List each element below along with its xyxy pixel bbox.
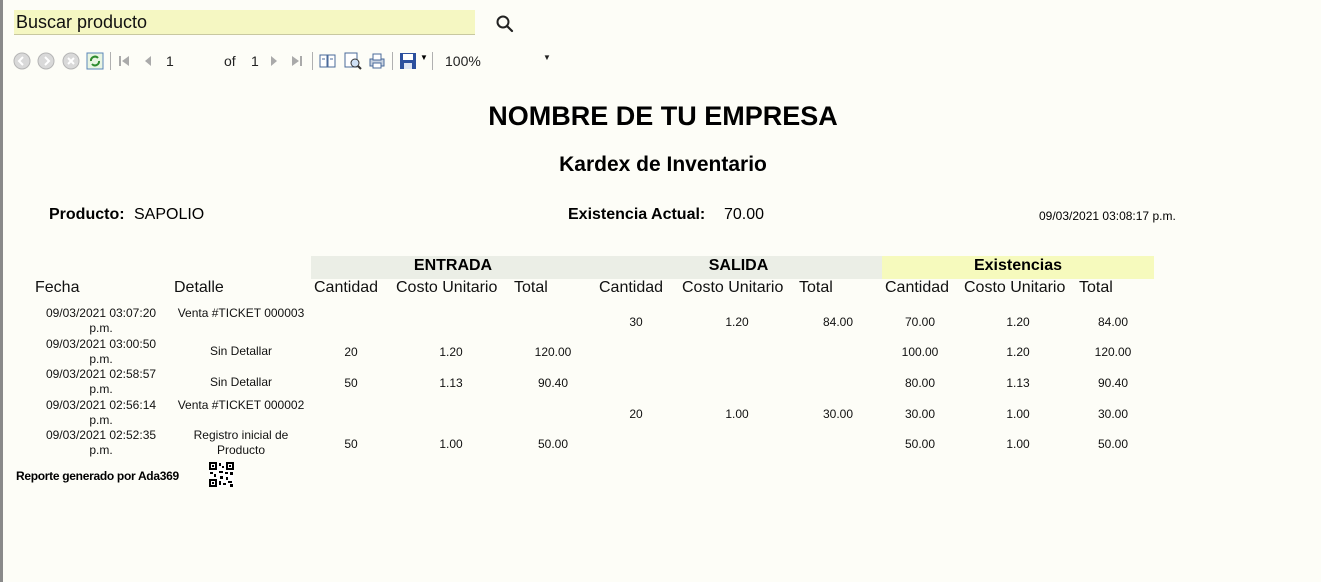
row-detalle: Venta #TICKET 000003 (177, 306, 305, 320)
window-left-border (0, 0, 3, 582)
row-existencias-total: 50.00 (1097, 437, 1129, 451)
row-fecha: 09/03/2021 03:07:20 p.m. (45, 306, 157, 335)
row-salida-costo: 1.20 (725, 315, 749, 329)
row-fecha: 09/03/2021 03:00:50 p.m. (45, 337, 157, 366)
find-icon[interactable] (343, 51, 363, 71)
row-entrada-total: 50.00 (537, 437, 569, 451)
row-entrada-costo: 1.00 (439, 437, 463, 451)
report-viewer-toolbar: 1 of 1 ▼ 100% ▼ (10, 50, 570, 72)
col-existencias-costo: Costo Unitario (964, 279, 1066, 296)
export-dropdown-arrow[interactable]: ▼ (420, 53, 428, 62)
row-fecha: 09/03/2021 02:58:57 p.m. (45, 367, 157, 396)
col-existencias-cantidad: Cantidad (885, 279, 950, 296)
row-salida-costo: 1.00 (725, 407, 749, 421)
search-input[interactable]: Buscar producto (14, 10, 475, 35)
existencias-header: Existencias (973, 257, 1063, 274)
row-detalle: Venta #TICKET 000002 (177, 398, 305, 412)
row-existencias-costo: 1.00 (1006, 437, 1030, 451)
stop-icon[interactable] (61, 51, 81, 71)
row-salida-total: 30.00 (822, 407, 854, 421)
row-existencias-cantidad: 70.00 (904, 315, 936, 329)
row-detalle: Sin Detallar (209, 344, 273, 358)
col-entrada-cantidad: Cantidad (314, 279, 379, 296)
row-existencias-cantidad: 80.00 (904, 376, 936, 390)
company-name: NOMBRE DE TU EMPRESA (488, 101, 838, 131)
chevron-down-icon[interactable]: ▼ (543, 53, 551, 62)
row-existencias-costo: 1.13 (1006, 376, 1030, 390)
row-entrada-total: 120.00 (534, 345, 572, 359)
toolbar-separator (110, 52, 111, 70)
row-entrada-cantidad: 20 (344, 345, 358, 359)
col-salida-cantidad: Cantidad (599, 279, 664, 296)
row-existencias-total: 30.00 (1097, 407, 1129, 421)
col-entrada-costo: Costo Unitario (396, 279, 498, 296)
print-icon[interactable] (367, 51, 387, 71)
col-salida-costo: Costo Unitario (682, 279, 784, 296)
last-page-icon[interactable] (287, 51, 307, 71)
entrada-header: ENTRADA (413, 257, 493, 274)
row-entrada-costo: 1.20 (439, 345, 463, 359)
toolbar-separator (392, 52, 393, 70)
total-pages: 1 (251, 53, 259, 69)
current-page-input[interactable]: 1 (166, 53, 174, 69)
report-title: Kardex de Inventario (559, 153, 767, 176)
zoom-select[interactable]: 100% (445, 53, 481, 69)
search-icon[interactable] (495, 14, 515, 34)
forward-icon[interactable] (36, 51, 56, 71)
previous-page-icon[interactable] (138, 51, 158, 71)
col-entrada-total: Total (514, 279, 548, 296)
row-fecha: 09/03/2021 02:56:14 p.m. (45, 398, 157, 427)
report-footer: Reporte generado por Ada369 (16, 469, 179, 483)
save-icon[interactable] (398, 51, 418, 71)
row-salida-cantidad: 30 (629, 315, 643, 329)
row-entrada-cantidad: 50 (344, 437, 358, 451)
row-existencias-total: 90.40 (1097, 376, 1129, 390)
product-label: Producto: (49, 206, 125, 223)
page-of-label: of (224, 53, 236, 69)
col-salida-total: Total (799, 279, 833, 296)
row-existencias-costo: 1.20 (1006, 315, 1030, 329)
row-fecha: 09/03/2021 02:52:35 p.m. (45, 428, 157, 457)
row-entrada-cantidad: 50 (344, 376, 358, 390)
generated-timestamp: 09/03/2021 03:08:17 p.m. (1039, 209, 1176, 223)
row-existencias-costo: 1.20 (1006, 345, 1030, 359)
row-salida-total: 84.00 (822, 315, 854, 329)
row-existencias-cantidad: 100.00 (901, 345, 939, 359)
first-page-icon[interactable] (114, 51, 134, 71)
back-icon[interactable] (12, 51, 32, 71)
next-page-icon[interactable] (264, 51, 284, 71)
row-existencias-costo: 1.00 (1006, 407, 1030, 421)
stock-label: Existencia Actual: (568, 206, 706, 223)
row-existencias-cantidad: 50.00 (904, 437, 936, 451)
row-entrada-total: 90.40 (537, 376, 569, 390)
row-entrada-costo: 1.13 (439, 376, 463, 390)
row-existencias-cantidad: 30.00 (904, 407, 936, 421)
row-detalle: Sin Detallar (209, 375, 273, 389)
qr-code-icon (209, 462, 234, 487)
stock-value: 70.00 (724, 206, 765, 223)
col-detalle: Detalle (174, 279, 224, 296)
col-existencias-total: Total (1079, 279, 1113, 296)
row-existencias-total: 120.00 (1094, 345, 1132, 359)
row-salida-cantidad: 20 (629, 407, 643, 421)
toolbar-separator (432, 52, 433, 70)
row-existencias-total: 84.00 (1097, 315, 1129, 329)
row-detalle: Registro inicial de Producto (193, 428, 289, 457)
refresh-icon[interactable] (85, 51, 105, 71)
salida-header: SALIDA (708, 257, 769, 274)
col-fecha: Fecha (35, 279, 80, 296)
document-map-icon[interactable] (318, 51, 338, 71)
toolbar-separator (312, 52, 313, 70)
product-value: SAPOLIO (134, 206, 205, 223)
